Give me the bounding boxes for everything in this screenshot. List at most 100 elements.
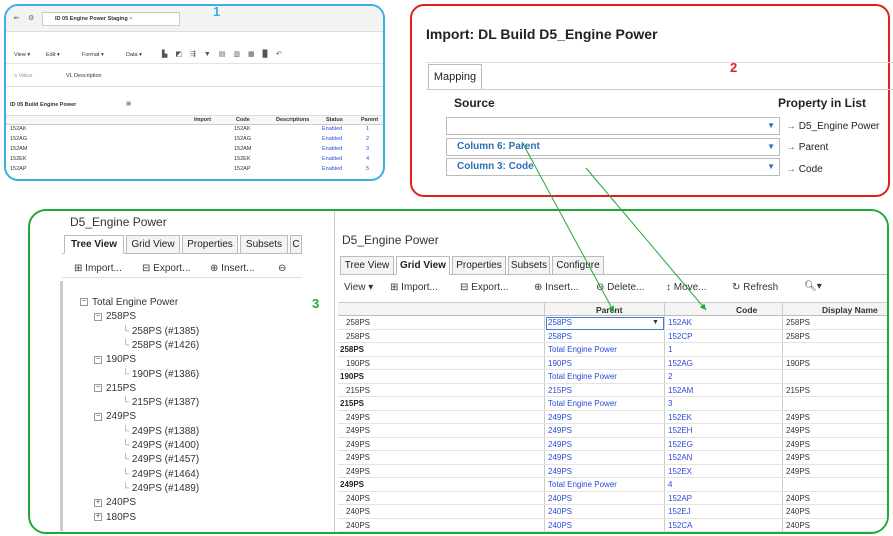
tree-node[interactable]: −215PS xyxy=(94,383,136,394)
delete-icon[interactable]: ⊖ xyxy=(278,263,286,274)
grid-row[interactable]: 240PS 240PS 152CA 240PS xyxy=(338,520,887,532)
source-select-1[interactable]: ▼ xyxy=(446,117,780,135)
gear-icon[interactable]: ⚙ xyxy=(28,14,34,22)
tree-node[interactable]: └ 258PS (#1426) xyxy=(122,340,199,351)
filter-icon[interactable]: ≡ Value xyxy=(14,73,32,79)
import-button[interactable]: ⊞ Import... xyxy=(390,282,438,293)
property-label: Code xyxy=(798,164,823,175)
grid-row[interactable]: 190PS 190PS 152AG 190PS xyxy=(338,358,887,371)
grid-row[interactable]: 258PS 258PS 152AK 258PS xyxy=(338,317,887,330)
edit-menu[interactable]: Edit ▾ xyxy=(46,52,60,58)
grid-row[interactable]: 240PS 240PS 152AP 240PS xyxy=(338,493,887,506)
collapse-icon[interactable]: − xyxy=(94,312,102,321)
tab-grid-view[interactable]: Grid View xyxy=(126,235,180,254)
insert-button[interactable]: ⊕ Insert... xyxy=(210,263,255,274)
tab-tree-view[interactable]: Tree View xyxy=(340,256,394,275)
refresh-button[interactable]: ↻ Refresh xyxy=(732,282,778,293)
grid-row[interactable]: 249PS 249PS 152EH 249PS xyxy=(338,425,887,438)
grid-row[interactable]: 190PS Total Engine Power 2 xyxy=(338,371,887,384)
tree-node[interactable]: └ 190PS (#1386) xyxy=(122,369,199,380)
view-menu[interactable]: View ▾ xyxy=(14,52,30,58)
collapse-icon[interactable]: − xyxy=(94,384,102,393)
tab-tree-view[interactable]: Tree View xyxy=(64,235,124,254)
grid-row[interactable]: 215PS 215PS 152AM 215PS xyxy=(338,385,887,398)
row-parent: 5 xyxy=(366,166,370,172)
collapse-icon[interactable]: − xyxy=(94,355,102,364)
grid-row[interactable]: 249PS 249PS 152EX 249PS xyxy=(338,466,887,479)
collapse-icon[interactable]: − xyxy=(94,412,102,421)
tree-node[interactable]: └ 249PS (#1464) xyxy=(122,469,199,480)
source-select-2[interactable]: Column 6: Parent ▼ xyxy=(446,138,780,156)
tree-node[interactable]: └ 215PS (#1387) xyxy=(122,397,199,408)
chevron-down-icon: ▼ xyxy=(767,162,775,171)
row-header: 258PS xyxy=(340,345,365,354)
tree-node[interactable]: └ 258PS (#1385) xyxy=(122,326,199,337)
table-row[interactable]: 152AP 152AP Enabled 5 xyxy=(6,166,383,176)
tree-node[interactable]: └ 249PS (#1489) xyxy=(122,483,199,494)
tree-node-label: 249PS (#1457) xyxy=(131,454,200,466)
data-menu[interactable]: Data ▾ xyxy=(126,52,142,58)
cell-parent: 258PS xyxy=(548,331,573,341)
grid-row[interactable]: 240PS 240PS 152EJ 240PS xyxy=(338,506,887,519)
tree-node[interactable]: −190PS xyxy=(94,354,136,365)
row-code: 152AP xyxy=(234,166,251,172)
format-menu[interactable]: Format ▾ xyxy=(82,52,104,58)
pin-icon[interactable]: ⇤ xyxy=(14,14,20,22)
tab-configure[interactable]: Configure xyxy=(552,256,604,275)
source-select-3[interactable]: Column 3: Code ▼ xyxy=(446,158,780,176)
tree-node[interactable]: └ 249PS (#1388) xyxy=(122,426,199,437)
tree-node[interactable]: − Total Engine Power xyxy=(80,297,178,308)
tab-properties[interactable]: Properties xyxy=(182,235,238,254)
tree-node[interactable]: +240PS xyxy=(94,497,136,508)
view-menu[interactable]: View ▾ xyxy=(344,282,373,293)
tree-node[interactable]: −249PS xyxy=(94,411,136,422)
source-header: Source xyxy=(454,96,495,110)
tab-mapping[interactable]: Mapping xyxy=(428,64,482,90)
grid-row[interactable]: 249PS Total Engine Power 4 xyxy=(338,479,887,492)
tab-configure[interactable]: C xyxy=(290,235,302,254)
cell-code: 152AM xyxy=(668,385,694,395)
row-status: Enabled xyxy=(322,166,343,172)
table-row[interactable]: 152EK 152EK Enabled 4 xyxy=(6,156,383,166)
import-button[interactable]: ⊞ Import... xyxy=(74,263,122,274)
table-row[interactable]: 152AM 152AM Enabled 3 xyxy=(6,146,383,156)
callout-number-1: 1 xyxy=(213,4,221,19)
tree-node[interactable]: −258PS xyxy=(94,311,136,322)
table-row[interactable]: 152AK 152AK Enabled 1 xyxy=(6,126,383,136)
tree-connector: └ xyxy=(122,468,132,480)
tab-properties[interactable]: Properties xyxy=(452,256,506,275)
export-button[interactable]: ⊟ Export... xyxy=(460,282,508,293)
grid-row[interactable]: 249PS 249PS 152EG 249PS xyxy=(338,439,887,452)
import-label: Import... xyxy=(85,263,122,274)
close-icon[interactable]: × xyxy=(129,16,132,22)
splitter[interactable] xyxy=(60,281,63,531)
col-descriptions: Descriptions xyxy=(276,117,310,123)
expand-icon[interactable]: + xyxy=(94,498,102,507)
tab-subsets[interactable]: Subsets xyxy=(240,235,288,254)
tree-node[interactable]: └ 249PS (#1457) xyxy=(122,454,199,465)
tree-node[interactable]: └ 249PS (#1400) xyxy=(122,440,199,451)
grid-row[interactable]: 249PS 249PS 152AN 249PS xyxy=(338,452,887,465)
tree-connector: └ xyxy=(122,325,132,337)
search-icon[interactable]: 🔍︎▾ xyxy=(804,281,822,292)
move-button[interactable]: ↕ Move... xyxy=(666,282,707,293)
chevron-down-icon[interactable]: ▼ xyxy=(652,319,659,326)
toolbar-icons[interactable]: ▙◩⇶▼▤▥▦▉↶ xyxy=(162,50,290,58)
tab-grid-view[interactable]: Grid View xyxy=(396,256,450,275)
cell-code: 152AP xyxy=(668,493,693,503)
delete-button[interactable]: ⊖ Delete... xyxy=(596,282,644,293)
table-row[interactable]: 152AG 152AG Enabled 2 xyxy=(6,136,383,146)
grid-row[interactable]: 215PS Total Engine Power 3 xyxy=(338,398,887,411)
collapse-icon[interactable]: − xyxy=(80,298,88,307)
grid-row[interactable]: 258PS 258PS 152CP 258PS xyxy=(338,331,887,344)
grid-row[interactable]: 258PS Total Engine Power 1 xyxy=(338,344,887,357)
tree-node[interactable]: +180PS xyxy=(94,512,136,523)
expand-icon[interactable]: + xyxy=(94,512,102,521)
grid-row[interactable]: 249PS 249PS 152EK 249PS xyxy=(338,412,887,425)
cell-parent: Total Engine Power xyxy=(548,399,617,408)
export-button[interactable]: ⊟ Export... xyxy=(142,263,190,274)
tab-subsets[interactable]: Subsets xyxy=(508,256,550,275)
tab-staging[interactable]: ID 05 Engine Power Staging × xyxy=(42,12,180,26)
cell-parent: 249PS xyxy=(548,453,573,462)
insert-button[interactable]: ⊕ Insert... xyxy=(534,282,579,293)
